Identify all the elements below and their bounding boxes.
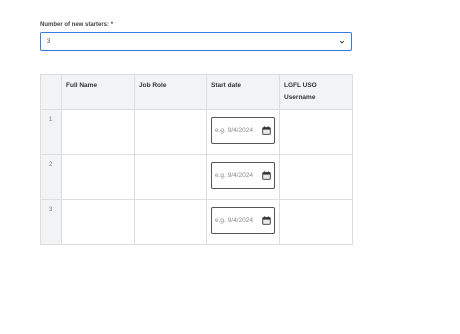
required-mark: * <box>110 22 114 28</box>
full-name-cell[interactable] <box>61 199 135 245</box>
row-index: 3 <box>40 199 62 245</box>
start-date-input[interactable]: e.g. 9/4/2024 <box>211 162 275 189</box>
full-name-cell[interactable] <box>61 109 135 155</box>
header-job-role: Job Role <box>134 74 207 110</box>
start-date-input[interactable]: e.g. 9/4/2024 <box>211 207 275 234</box>
new-starters-form: Number of new starters: * 3 Full Name Jo… <box>40 20 353 245</box>
lgfl-username-cell[interactable] <box>279 109 353 155</box>
starters-table: Full Name Job Role Start date LGFL USO U… <box>40 74 353 245</box>
start-date-placeholder: e.g. 9/4/2024 <box>215 126 253 134</box>
start-date-cell: e.g. 9/4/2024 <box>206 154 280 200</box>
start-date-cell: e.g. 9/4/2024 <box>206 199 280 245</box>
row-index: 1 <box>40 109 62 155</box>
starters-count-label-text: Number of new starters: <box>40 22 110 28</box>
job-role-cell[interactable] <box>134 154 207 200</box>
start-date-placeholder: e.g. 9/4/2024 <box>215 171 253 179</box>
starters-count-select[interactable]: 3 <box>40 32 352 51</box>
row-index: 2 <box>40 154 62 200</box>
calendar-icon[interactable] <box>261 171 271 181</box>
chevron-down-icon <box>339 39 345 45</box>
start-date-input[interactable]: e.g. 9/4/2024 <box>211 117 275 144</box>
lgfl-username-cell[interactable] <box>279 154 353 200</box>
starters-count-label: Number of new starters: * <box>40 20 352 30</box>
full-name-cell[interactable] <box>61 154 135 200</box>
table-header-row: Full Name Job Role Start date LGFL USO U… <box>40 74 353 110</box>
start-date-cell: e.g. 9/4/2024 <box>206 109 280 155</box>
calendar-icon[interactable] <box>261 216 271 226</box>
start-date-placeholder: e.g. 9/4/2024 <box>215 216 253 224</box>
starters-count-value: 3 <box>47 38 51 45</box>
header-index <box>40 74 62 110</box>
header-lgfl-username: LGFL USO Username <box>279 74 353 110</box>
lgfl-username-cell[interactable] <box>279 199 353 245</box>
header-full-name: Full Name <box>61 74 135 110</box>
job-role-cell[interactable] <box>134 199 207 245</box>
table-row: 3 e.g. 9/4/2024 <box>40 199 353 245</box>
table-row: 2 e.g. 9/4/2024 <box>40 154 353 200</box>
header-start-date: Start date <box>206 74 280 110</box>
calendar-icon[interactable] <box>261 126 271 136</box>
table-row: 1 e.g. 9/4/2024 <box>40 109 353 155</box>
job-role-cell[interactable] <box>134 109 207 155</box>
